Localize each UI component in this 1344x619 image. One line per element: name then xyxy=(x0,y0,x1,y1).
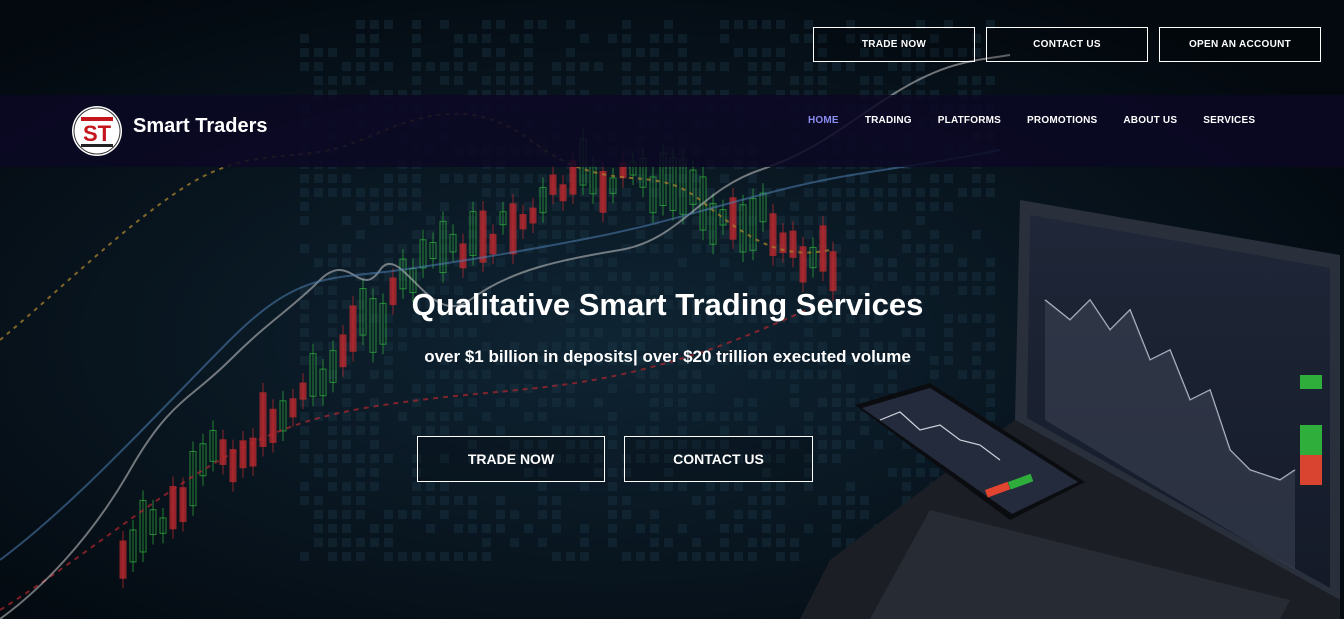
top-actions: TRADE NOW CONTACT US OPEN AN ACCOUNT xyxy=(813,27,1321,62)
nav-item-promotions[interactable]: PROMOTIONS xyxy=(1027,115,1097,126)
brand-logo[interactable]: ST xyxy=(72,106,122,156)
nav-item-trading[interactable]: TRADING xyxy=(865,115,912,126)
nav-item-about-us[interactable]: ABOUT US xyxy=(1123,115,1177,126)
top-contact-us-button[interactable]: CONTACT US xyxy=(986,27,1148,62)
open-account-button[interactable]: OPEN AN ACCOUNT xyxy=(1159,27,1321,62)
main-navbar: ST Smart Traders HOME TRADING PLATFORMS … xyxy=(0,95,1344,167)
hero-contact-us-button[interactable]: CONTACT US xyxy=(624,436,813,482)
nav-item-home[interactable]: HOME xyxy=(808,115,839,126)
hero-title: Qualitative Smart Trading Services xyxy=(411,287,924,322)
nav-menu: HOME TRADING PLATFORMS PROMOTIONS ABOUT … xyxy=(808,115,1281,126)
nav-item-services[interactable]: SERVICES xyxy=(1203,115,1255,126)
top-trade-now-button[interactable]: TRADE NOW xyxy=(813,27,975,62)
st-logo-icon: ST xyxy=(73,107,121,155)
svg-text:ST: ST xyxy=(83,121,112,146)
brand-name[interactable]: Smart Traders xyxy=(133,115,268,138)
nav-item-platforms[interactable]: PLATFORMS xyxy=(938,115,1001,126)
hero-subtitle: over $1 billion in deposits| over $20 tr… xyxy=(424,347,911,366)
hero-section: Qualitative Smart Trading Services over … xyxy=(0,0,1344,619)
hero-trade-now-button[interactable]: TRADE NOW xyxy=(417,436,605,482)
